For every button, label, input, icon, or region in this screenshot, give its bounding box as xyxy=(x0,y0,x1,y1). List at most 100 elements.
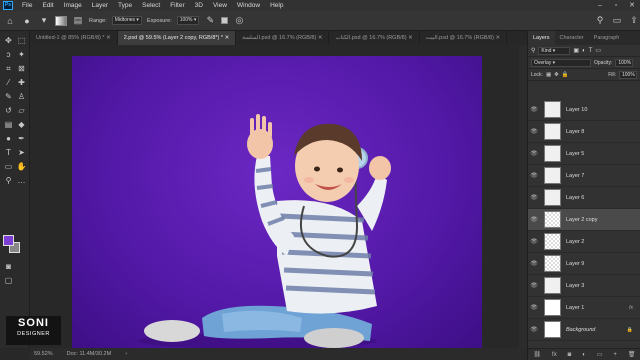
tab-doc-5[interactable]: البيت.psd @ 16.7% (RGB/8) ✕ xyxy=(420,31,508,45)
dodge-tool-active-icon[interactable]: ● xyxy=(2,133,15,144)
zoom-level[interactable]: 59.52% xyxy=(34,351,53,357)
layer-row-selected[interactable]: 👁 Layer 2 copy xyxy=(528,209,640,231)
eraser-tool-icon[interactable]: ▱ xyxy=(15,105,28,116)
filter-type-icon[interactable]: T xyxy=(589,48,593,54)
tab-2-psd[interactable]: 2.psd @ 59.5% (Layer 2 copy, RGB/8*) * ✕ xyxy=(117,31,237,45)
visibility-eye-icon[interactable]: 👁 xyxy=(528,304,540,311)
layer-row[interactable]: 👁 Layer 10 xyxy=(528,99,640,121)
brush-preset-icon[interactable]: ▾ xyxy=(38,15,50,27)
brush-size-swatch[interactable] xyxy=(55,15,67,26)
document-canvas[interactable] xyxy=(72,56,482,348)
layer-row[interactable]: 👁 Layer 8 xyxy=(528,121,640,143)
visibility-eye-icon[interactable]: 👁 xyxy=(528,216,540,223)
layer-row[interactable]: 👁 Layer 1 fx xyxy=(528,297,640,319)
menu-image[interactable]: Image xyxy=(59,0,87,11)
marquee-tool-icon[interactable]: ⬚ xyxy=(15,35,28,46)
range-select[interactable]: Midtones ▾ xyxy=(111,16,142,25)
filter-adjust-icon[interactable]: ◐ xyxy=(582,48,586,54)
menu-3d[interactable]: 3D xyxy=(190,0,208,11)
menu-view[interactable]: View xyxy=(208,0,232,11)
menu-layer[interactable]: Layer xyxy=(87,0,113,11)
layer-row[interactable]: 👁 Layer 7 xyxy=(528,165,640,187)
tab-doc-3[interactable]: السلسة.psd @ 16.7% (RGB/8) ✕ xyxy=(236,31,330,45)
eyedropper-tool-icon[interactable]: ⁄ xyxy=(2,77,15,88)
pen-tool-icon[interactable]: ✒ xyxy=(15,133,28,144)
screen-mode-icon[interactable]: ▢ xyxy=(2,275,15,286)
kind-select[interactable]: Kind ▾ xyxy=(538,46,571,55)
tab-doc-4[interactable]: الكتاب.psd @ 16.7% (RGB/8) ✕ xyxy=(329,31,420,45)
lock-pixels-icon[interactable]: ▦ xyxy=(546,72,551,78)
new-layer-icon[interactable]: + xyxy=(613,352,617,358)
visibility-eye-icon[interactable]: 👁 xyxy=(528,172,540,179)
pressure-icon[interactable]: ◎ xyxy=(233,15,245,27)
visibility-eye-icon[interactable]: 👁 xyxy=(528,238,540,245)
link-layers-icon[interactable]: ⛓ xyxy=(533,351,541,358)
share-icon[interactable]: ⇪ xyxy=(628,15,640,27)
visibility-eye-icon[interactable]: 👁 xyxy=(528,150,540,157)
layer-row[interactable]: 👁 Layer 5 xyxy=(528,143,640,165)
lock-move-icon[interactable]: ✥ xyxy=(554,72,559,78)
search-icon[interactable]: ⚲ xyxy=(594,15,606,27)
add-style-icon[interactable]: fx xyxy=(552,352,557,358)
layer-row[interactable]: 👁 Background 🔒 xyxy=(528,319,640,341)
new-group-icon[interactable]: ▭ xyxy=(597,351,603,358)
home-icon[interactable]: ⌂ xyxy=(4,15,16,27)
layer-row[interactable]: 👁 Layer 2 xyxy=(528,231,640,253)
opacity-field[interactable]: 100% xyxy=(615,58,634,67)
lasso-tool-icon[interactable]: ↄ xyxy=(2,49,15,60)
workspace-icon[interactable]: ▭ xyxy=(611,15,623,27)
adjustment-layer-icon[interactable]: ◐ xyxy=(582,352,586,358)
dodge-tool-icon[interactable]: ● xyxy=(21,15,33,27)
brush-tool-icon[interactable]: ✎ xyxy=(2,91,15,102)
tab-untitled[interactable]: Untitled-1 @ 85% (RGB/8) * ✕ xyxy=(30,31,118,45)
type-tool-icon[interactable]: T xyxy=(2,147,15,158)
tab-paragraph[interactable]: Paragraph xyxy=(589,31,625,45)
visibility-eye-icon[interactable]: 👁 xyxy=(528,260,540,267)
exposure-field[interactable]: 100% ▾ xyxy=(176,16,200,25)
maximize-icon[interactable]: ▫ xyxy=(608,0,624,11)
add-mask-icon[interactable]: ◙ xyxy=(568,352,572,358)
fill-field[interactable]: 100% xyxy=(619,70,637,79)
layer-row[interactable]: 👁 Layer 6 xyxy=(528,187,640,209)
quick-mask-icon[interactable]: ◙ xyxy=(2,261,15,272)
frame-tool-icon[interactable]: ⊠ xyxy=(15,63,28,74)
menu-select[interactable]: Select xyxy=(137,0,165,11)
move-tool-icon[interactable]: ✥ xyxy=(2,35,15,46)
menu-file[interactable]: File xyxy=(17,0,37,11)
rectangle-tool-icon[interactable]: ▭ xyxy=(2,161,15,172)
zoom-tool-icon[interactable]: ⚲ xyxy=(2,175,15,186)
close-icon[interactable]: ✕ xyxy=(624,0,640,11)
blend-mode-select[interactable]: Overlay ▾ xyxy=(531,58,591,67)
visibility-eye-icon[interactable]: 👁 xyxy=(528,282,540,289)
visibility-eye-icon[interactable]: 👁 xyxy=(528,128,540,135)
status-arrow-icon[interactable]: › xyxy=(125,351,127,357)
layer-row[interactable]: 👁 Layer 3 xyxy=(528,275,640,297)
visibility-eye-icon[interactable]: 👁 xyxy=(528,106,540,113)
menu-filter[interactable]: Filter xyxy=(165,0,189,11)
lock-all-icon[interactable]: 🔒 xyxy=(562,72,569,78)
tab-character[interactable]: Character xyxy=(555,31,589,45)
visibility-eye-icon[interactable]: 👁 xyxy=(528,326,540,333)
airbrush-icon[interactable]: ✎ xyxy=(204,15,216,27)
crop-tool-icon[interactable]: ⌗ xyxy=(2,63,15,74)
menu-type[interactable]: Type xyxy=(113,0,137,11)
magic-wand-tool-icon[interactable]: ✦ xyxy=(15,49,28,60)
visibility-eye-icon[interactable]: 👁 xyxy=(528,194,540,201)
tab-layers[interactable]: Layers xyxy=(528,31,555,45)
history-brush-tool-icon[interactable]: ↺ xyxy=(2,105,15,116)
protect-tones-checkbox[interactable] xyxy=(221,17,229,24)
canvas-area[interactable] xyxy=(30,45,527,348)
foreground-color-swatch[interactable] xyxy=(3,235,14,246)
delete-layer-icon[interactable]: 🗑 xyxy=(628,351,636,358)
menu-window[interactable]: Window xyxy=(232,0,265,11)
filter-shape-icon[interactable]: ▭ xyxy=(595,47,601,54)
blur-tool-icon[interactable]: ◆ xyxy=(15,119,28,130)
menu-help[interactable]: Help xyxy=(265,0,288,11)
healing-tool-icon[interactable]: ✚ xyxy=(15,77,28,88)
layer-row[interactable]: 👁 Layer 9 xyxy=(528,253,640,275)
path-selection-tool-icon[interactable]: ➤ xyxy=(15,147,28,158)
brush-panel-icon[interactable]: ▤ xyxy=(72,15,84,27)
more-tools-icon[interactable]: … xyxy=(15,175,28,186)
filter-pixel-icon[interactable]: ▣ xyxy=(573,47,579,54)
stamp-tool-icon[interactable]: ♙ xyxy=(15,91,28,102)
